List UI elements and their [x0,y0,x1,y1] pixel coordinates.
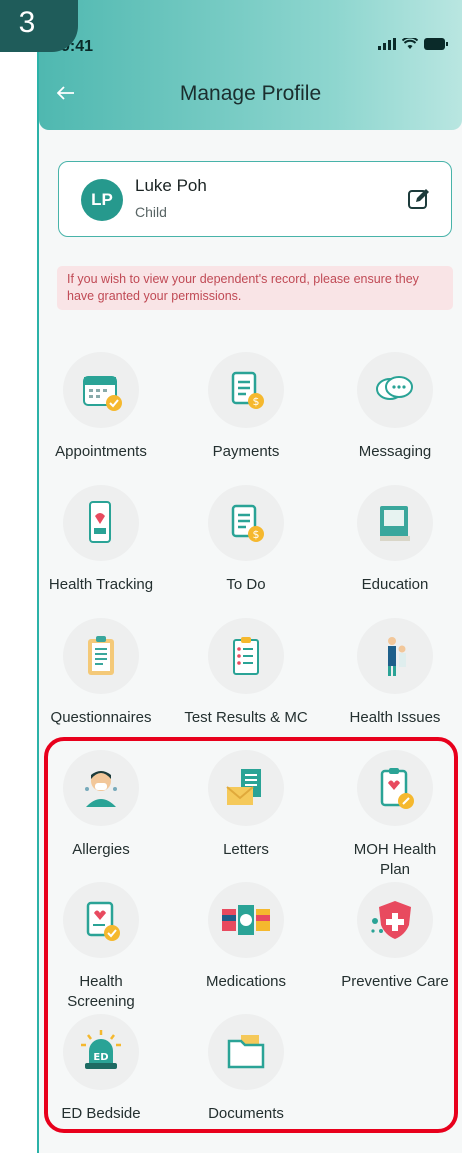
tile-test-results-mc[interactable]: Test Results & MC [171,618,321,728]
svg-text:$: $ [253,395,260,408]
tile-payments[interactable]: $ Payments [171,352,321,462]
tile-appointments[interactable]: Appointments [26,352,176,462]
tile-education[interactable]: Education [320,485,462,595]
bill-icon: $ [208,352,284,428]
step-badge: 3 [0,0,78,52]
tile-health-issues[interactable]: Health Issues [320,618,462,728]
book-icon [357,485,433,561]
tile-label: Questionnaires [50,709,152,726]
profile-card[interactable]: LP Luke Poh Child [58,161,452,237]
tile-label: To Do [226,576,266,593]
test-results-icon [208,618,284,694]
wifi-icon [402,38,418,49]
tile-label: Appointments [55,443,147,460]
status-icons [378,38,448,50]
tile-health-tracking[interactable]: Health Tracking [26,485,176,595]
svg-text:$: $ [253,528,260,541]
highlight-box [44,737,458,1133]
tile-to-do[interactable]: $ To Do [171,485,321,595]
app-header: 9:41 Manage Profile [39,0,462,130]
edit-icon[interactable] [407,187,431,211]
tile-label: Messaging [358,443,432,460]
chat-icon [357,352,433,428]
health-tracking-icon [63,485,139,561]
page-title: Manage Profile [179,82,322,105]
tile-messaging[interactable]: Messaging [320,352,462,462]
health-issues-icon [357,618,433,694]
tile-label: Test Results & MC [184,709,308,726]
profile-role: Child [135,204,167,220]
step-number: 3 [18,6,36,39]
tile-label: Health Tracking [48,576,154,593]
battery-icon [424,38,448,50]
clipboard-icon [63,618,139,694]
tile-label: Education [361,576,429,593]
profile-name: Luke Poh [135,176,207,195]
calendar-icon [63,352,139,428]
tile-label: Payments [212,443,280,460]
todo-bill-icon: $ [208,485,284,561]
tile-label: Health Issues [349,709,441,726]
signal-icon [378,38,396,50]
permission-notice: If you wish to view your dependent's rec… [57,266,453,310]
tile-questionnaires[interactable]: Questionnaires [26,618,176,728]
avatar: LP [81,179,123,221]
